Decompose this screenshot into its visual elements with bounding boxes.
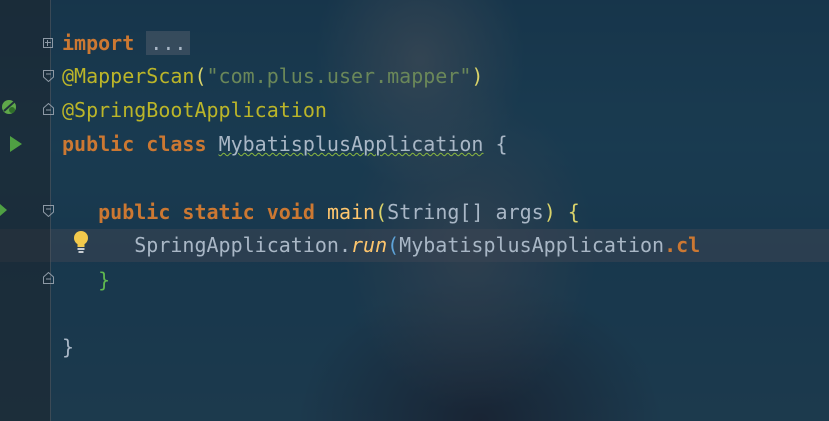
keyword-void: void (266, 200, 315, 224)
string-literal: "com.plus.user.mapper" (206, 64, 472, 88)
code-line-class-decl[interactable]: public class MybatisplusApplication { (62, 128, 508, 161)
brace-close: } (62, 335, 75, 359)
run-main-icon[interactable] (0, 203, 8, 217)
keyword-static: static (182, 200, 255, 224)
class-ref: SpringApplication (134, 233, 339, 257)
spring-bean-icon[interactable] (0, 97, 20, 117)
expand-fold-icon[interactable] (43, 38, 53, 48)
code-line-mapperscan[interactable]: @MapperScan("com.plus.user.mapper") (62, 60, 483, 93)
code-line-main-decl[interactable]: public static void main(String[] args) { (62, 196, 580, 229)
fold-marker-icon[interactable] (43, 103, 54, 115)
keyword-public: public (98, 200, 171, 224)
code-line-close-class[interactable]: } (62, 331, 74, 364)
argument-class: MybatisplusApplication (399, 233, 665, 257)
annotation-springboot: @SpringBootApplication (62, 98, 327, 122)
brace-open: { (495, 132, 508, 156)
code-line-springboot[interactable]: @SpringBootApplication (62, 94, 327, 127)
class-name: MybatisplusApplication (218, 132, 484, 156)
paren-open: ( (387, 233, 400, 257)
run-arrow-icon[interactable] (8, 135, 24, 153)
paren-close: ) (471, 64, 484, 88)
folded-imports[interactable]: ... (146, 31, 191, 55)
code-line-close-method[interactable]: } (62, 264, 110, 297)
brace-open: { (567, 200, 580, 224)
paren-close: ) (543, 200, 556, 224)
keyword-public: public (62, 132, 135, 156)
method-name-main: main (326, 200, 376, 224)
param-name: args (495, 200, 544, 224)
method-run: run (351, 233, 388, 257)
param-type: String[] (387, 200, 484, 224)
code-line-import[interactable]: import ... (62, 27, 191, 60)
annotation-mapperscan: @MapperScan (62, 64, 195, 88)
fold-marker-icon[interactable] (43, 272, 54, 284)
argument-rest: .cl (664, 233, 701, 257)
fold-marker-icon[interactable] (43, 205, 54, 217)
code-line-run-call[interactable]: SpringApplication.run(MybatisplusApplica… (62, 229, 700, 262)
keyword-import: import (62, 31, 135, 55)
dot: . (338, 233, 351, 257)
paren-open: ( (194, 64, 207, 88)
fold-marker-icon[interactable] (43, 70, 54, 82)
brace-close: } (98, 268, 111, 292)
paren-open: ( (375, 200, 388, 224)
code-editor[interactable]: import ... @MapperScan("com.plus.user.ma… (0, 0, 829, 421)
keyword-class: class (146, 132, 207, 156)
